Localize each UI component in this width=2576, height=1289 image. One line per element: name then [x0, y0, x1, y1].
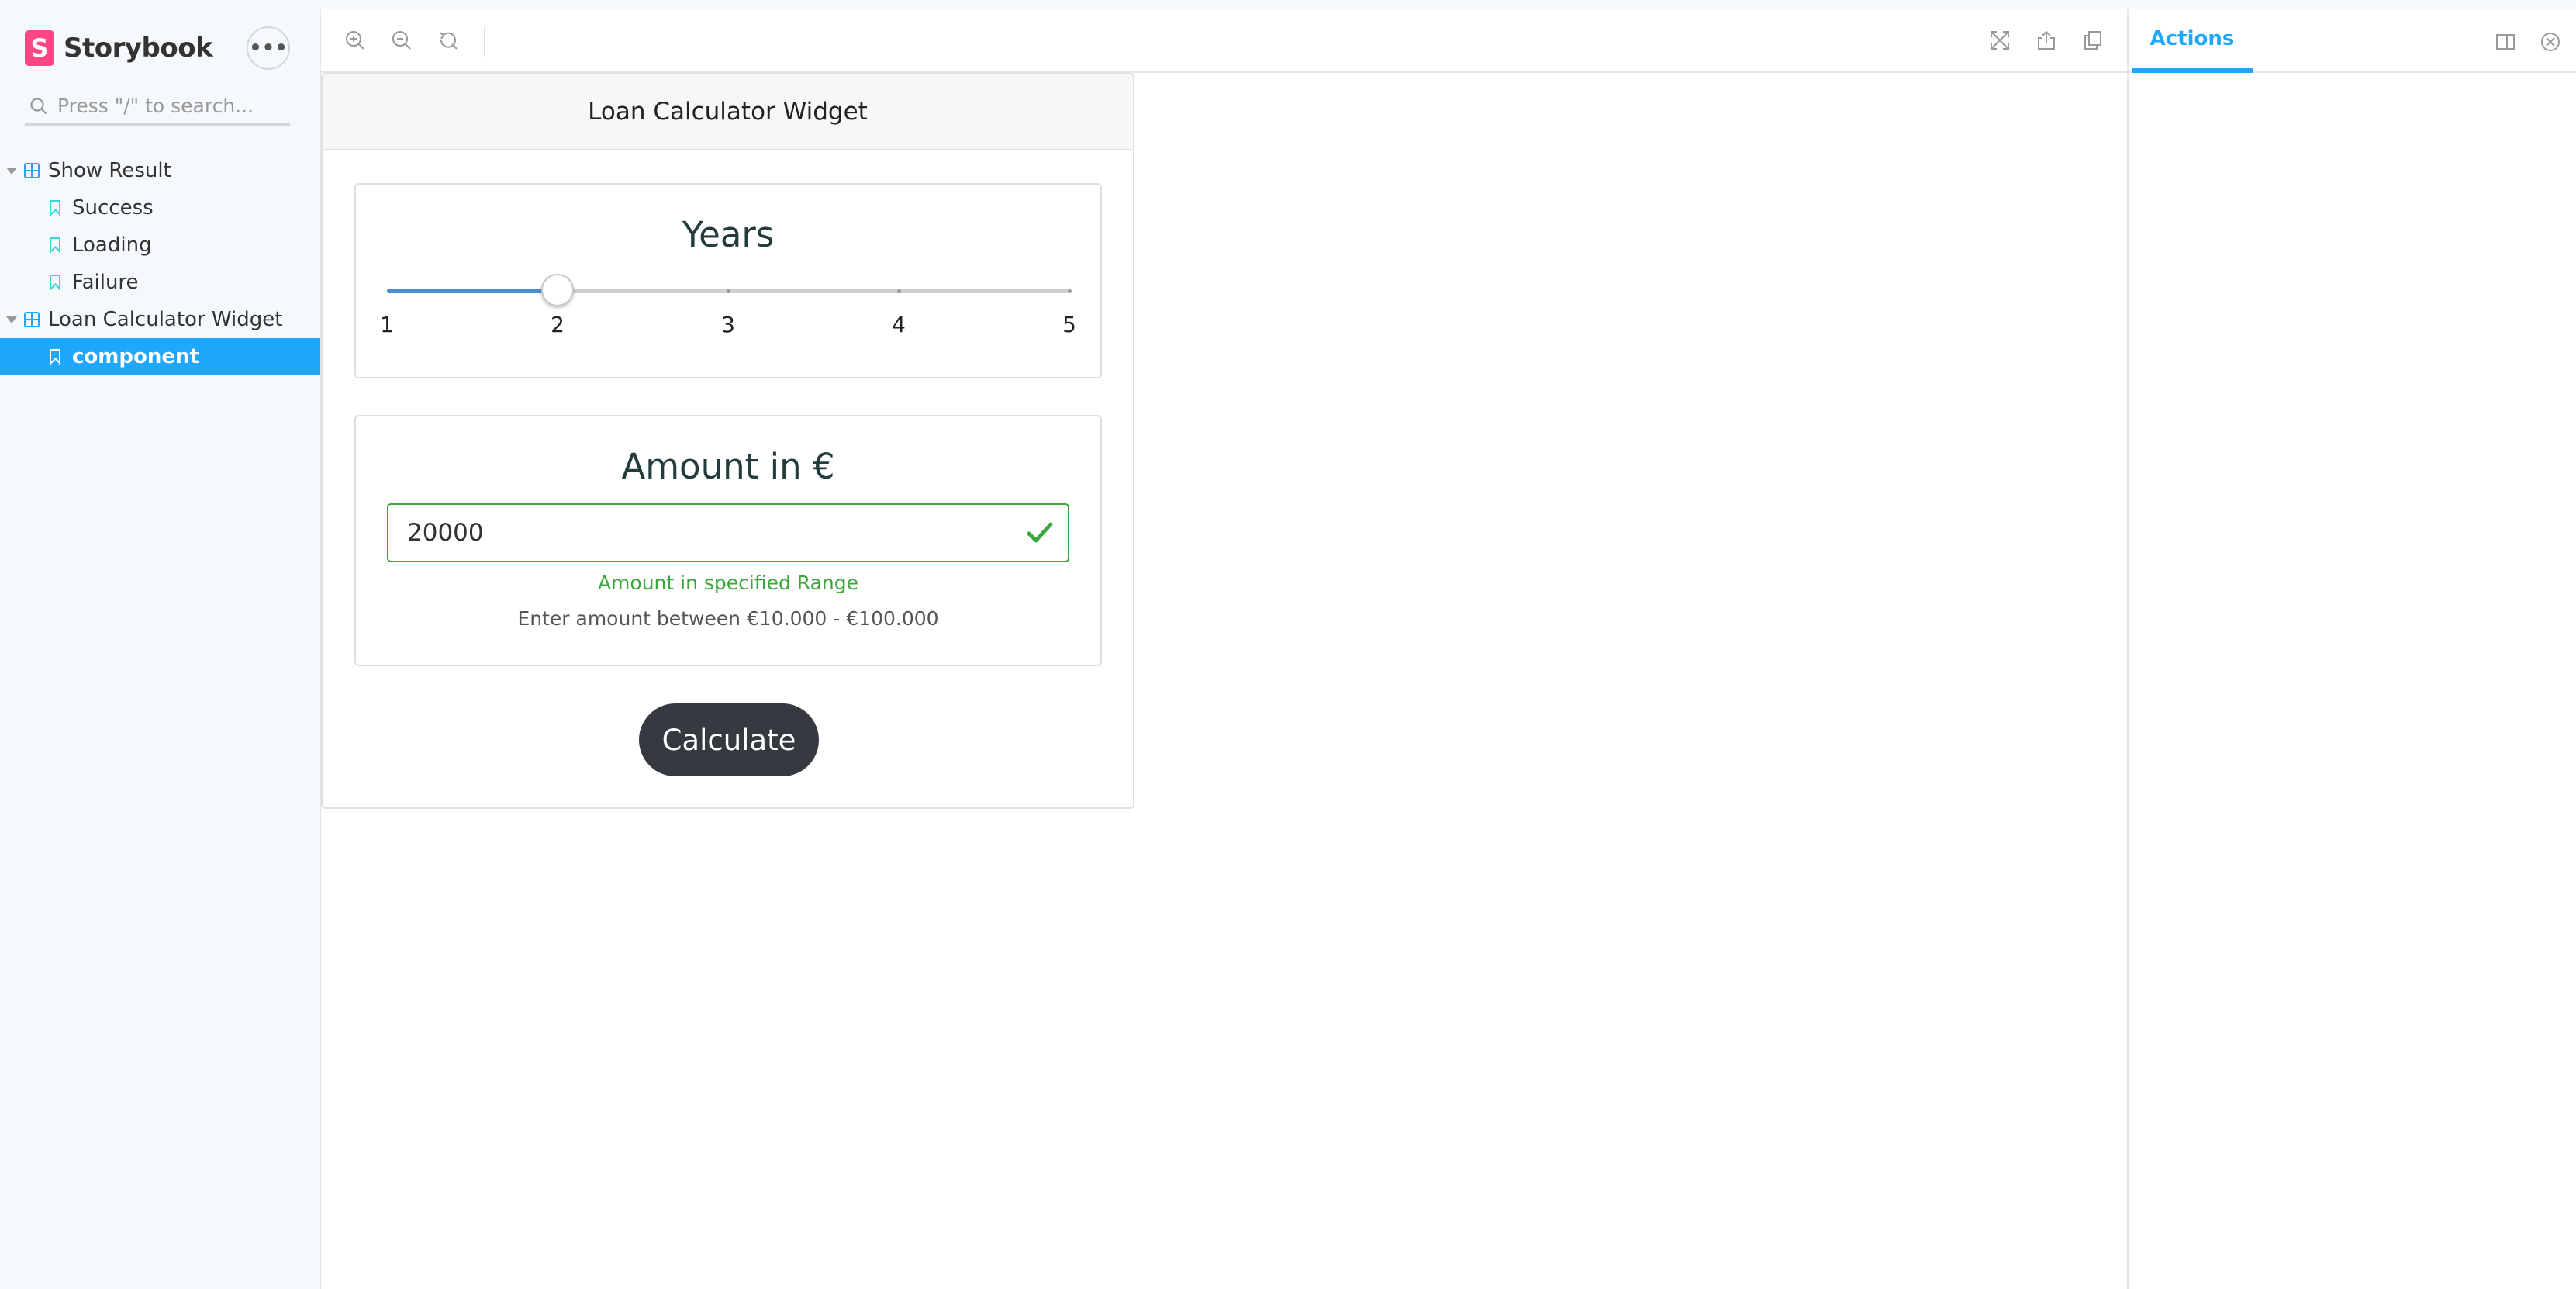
slider-tick-label: 2 [551, 312, 565, 337]
sidebar-item-loading[interactable]: Loading [0, 226, 320, 264]
bookmark-icon [50, 275, 60, 290]
amount-hint: Enter amount between €10.000 - €100.000 [517, 607, 939, 630]
reset-zoom-icon[interactable] [433, 25, 464, 56]
slider-tick-label: 5 [1062, 312, 1076, 337]
years-slider[interactable] [387, 289, 1072, 293]
sidebar-item-label: Failure [72, 271, 139, 294]
panel-orientation-icon[interactable] [2493, 29, 2518, 54]
close-icon[interactable] [2538, 29, 2563, 54]
years-title: Years [682, 214, 775, 255]
years-card: Years 1 2 3 4 5 [354, 183, 1102, 378]
bookmark-icon [50, 200, 60, 216]
sidebar-item-component[interactable]: component [0, 338, 320, 375]
amount-field-wrapper [387, 503, 1069, 562]
check-icon [1027, 522, 1053, 543]
sidebar-item-label: component [72, 345, 199, 368]
slider-step-dot [897, 289, 901, 293]
fullscreen-icon[interactable] [1984, 25, 2015, 56]
amount-card: Amount in € Amount in specified Range En… [354, 415, 1102, 666]
search-input[interactable] [57, 95, 282, 117]
widget-title: Loan Calculator Widget [323, 74, 1133, 150]
slider-tick-label: 1 [380, 312, 394, 337]
toolbar-divider [484, 26, 485, 57]
sidebar-item-success[interactable]: Success [0, 189, 320, 226]
chevron-down-icon[interactable] [6, 316, 17, 323]
bookmark-icon [50, 349, 60, 365]
preview-toolbar [320, 9, 2127, 73]
zoom-in-icon[interactable] [340, 25, 371, 56]
sidebar-item-label: Loading [72, 233, 152, 257]
calculate-button[interactable]: Calculate [639, 703, 819, 776]
slider-tick-label: 3 [721, 312, 735, 337]
sidebar: S Storybook ••• Show Result Success Load… [0, 0, 320, 1289]
addons-header: Actions [2129, 9, 2576, 73]
sidebar-item-label: Show Result [48, 159, 171, 182]
brand-title: Storybook [64, 33, 213, 64]
search-icon [30, 97, 47, 114]
amount-title: Amount in € [621, 446, 835, 487]
component-icon [24, 312, 40, 327]
loan-calculator-widget: Loan Calculator Widget Years 1 2 3 4 5 A… [321, 73, 1134, 809]
slider-tick-label: 4 [892, 312, 906, 337]
zoom-out-icon[interactable] [386, 25, 417, 56]
search-bar [25, 88, 290, 126]
bookmark-icon [50, 237, 60, 253]
slider-thumb[interactable] [541, 274, 574, 306]
sidebar-item-label: Success [72, 196, 154, 219]
slider-step-dot [727, 289, 730, 293]
slider-fill [387, 289, 558, 293]
chevron-down-icon[interactable] [6, 167, 17, 175]
sidebar-item-failure[interactable]: Failure [0, 264, 320, 301]
share-icon[interactable] [2031, 25, 2062, 56]
storybook-brand[interactable]: S Storybook [25, 28, 213, 68]
sidebar-item-label: Loan Calculator Widget [48, 308, 283, 331]
sidebar-item-show-result[interactable]: Show Result [0, 152, 320, 189]
addons-panel: Actions [2127, 9, 2576, 1289]
validation-message: Amount in specified Range [597, 572, 859, 594]
sidebar-menu-button[interactable]: ••• [247, 26, 290, 70]
copy-icon[interactable] [2077, 25, 2108, 56]
amount-input[interactable] [407, 505, 996, 561]
storybook-logo-icon: S [25, 30, 54, 66]
component-icon [24, 163, 40, 178]
tab-actions[interactable]: Actions [2132, 9, 2253, 73]
sidebar-item-loan-calculator-widget[interactable]: Loan Calculator Widget [0, 301, 320, 338]
slider-step-dot [1068, 289, 1072, 293]
